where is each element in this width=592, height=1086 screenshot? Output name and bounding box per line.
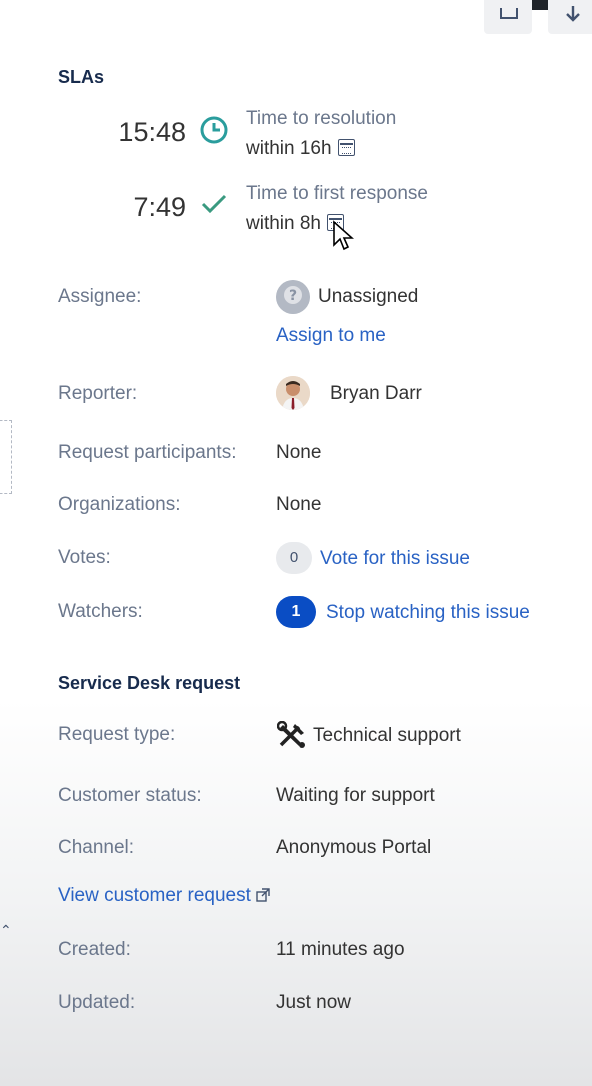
assignee-value: Unassigned (318, 286, 419, 307)
watchers-count-badge[interactable]: 1 (276, 596, 316, 628)
unknown-user-icon: ? (276, 280, 310, 314)
organizations-label: Organizations: (58, 494, 181, 515)
organizations-value[interactable]: None (276, 494, 321, 516)
participants-label: Request participants: (58, 442, 237, 463)
mouse-cursor-icon (333, 220, 354, 251)
external-link-icon (256, 888, 270, 902)
unassigned-avatar: ? (276, 280, 310, 314)
reporter-avatar[interactable] (276, 376, 310, 410)
vote-link[interactable]: Vote for this issue (320, 548, 470, 570)
channel-label: Channel: (58, 837, 135, 858)
calendar-icon[interactable] (337, 139, 355, 156)
svg-text:?: ? (289, 288, 297, 304)
stop-watching-link[interactable]: Stop watching this issue (326, 602, 530, 624)
updated-value: Just now (276, 992, 351, 1013)
tools-icon (277, 721, 305, 748)
request-type-value[interactable]: Technical support (313, 725, 461, 747)
watchers-label: Watchers: (58, 601, 143, 622)
customer-status-label: Customer status: (58, 785, 202, 806)
reporter-label: Reporter: (58, 383, 138, 404)
share-button[interactable] (484, 0, 532, 34)
channel-value: Anonymous Portal (276, 837, 432, 858)
updated-label: Updated: (58, 992, 136, 1013)
created-value: 11 minutes ago (276, 939, 405, 960)
sla-response-time: 7:49 (133, 192, 186, 222)
checkmark-icon (201, 194, 227, 214)
share-icon (500, 8, 518, 19)
sla-section-title: SLAs (58, 67, 105, 87)
customer-status-value: Waiting for support (276, 785, 435, 806)
votes-label: Votes: (58, 547, 111, 568)
panel-edge (0, 420, 12, 494)
export-button[interactable] (548, 0, 592, 34)
assign-to-me-link[interactable]: Assign to me (276, 325, 386, 347)
votes-count-badge: 0 (276, 542, 312, 574)
sla-response-name: Time to first response (246, 183, 428, 204)
clock-icon (200, 116, 228, 144)
assignee-label: Assignee: (58, 286, 142, 307)
reporter-value[interactable]: Bryan Darr (330, 383, 422, 405)
participants-value[interactable]: None (276, 442, 321, 464)
sla-response-goal: within 8h (246, 213, 344, 235)
request-type-label: Request type: (58, 724, 176, 745)
export-icon (566, 6, 580, 22)
collapse-caret-icon[interactable]: ⌃ (0, 922, 12, 939)
service-desk-section-title: Service Desk request (58, 673, 241, 693)
sla-resolution-time: 15:48 (118, 117, 186, 147)
reporter-photo-icon (276, 376, 310, 410)
sla-resolution-name: Time to resolution (246, 108, 397, 129)
sla-resolution-goal: within 16h (246, 138, 355, 160)
view-customer-request-link[interactable]: View customer request (58, 885, 272, 907)
created-label: Created: (58, 939, 131, 960)
